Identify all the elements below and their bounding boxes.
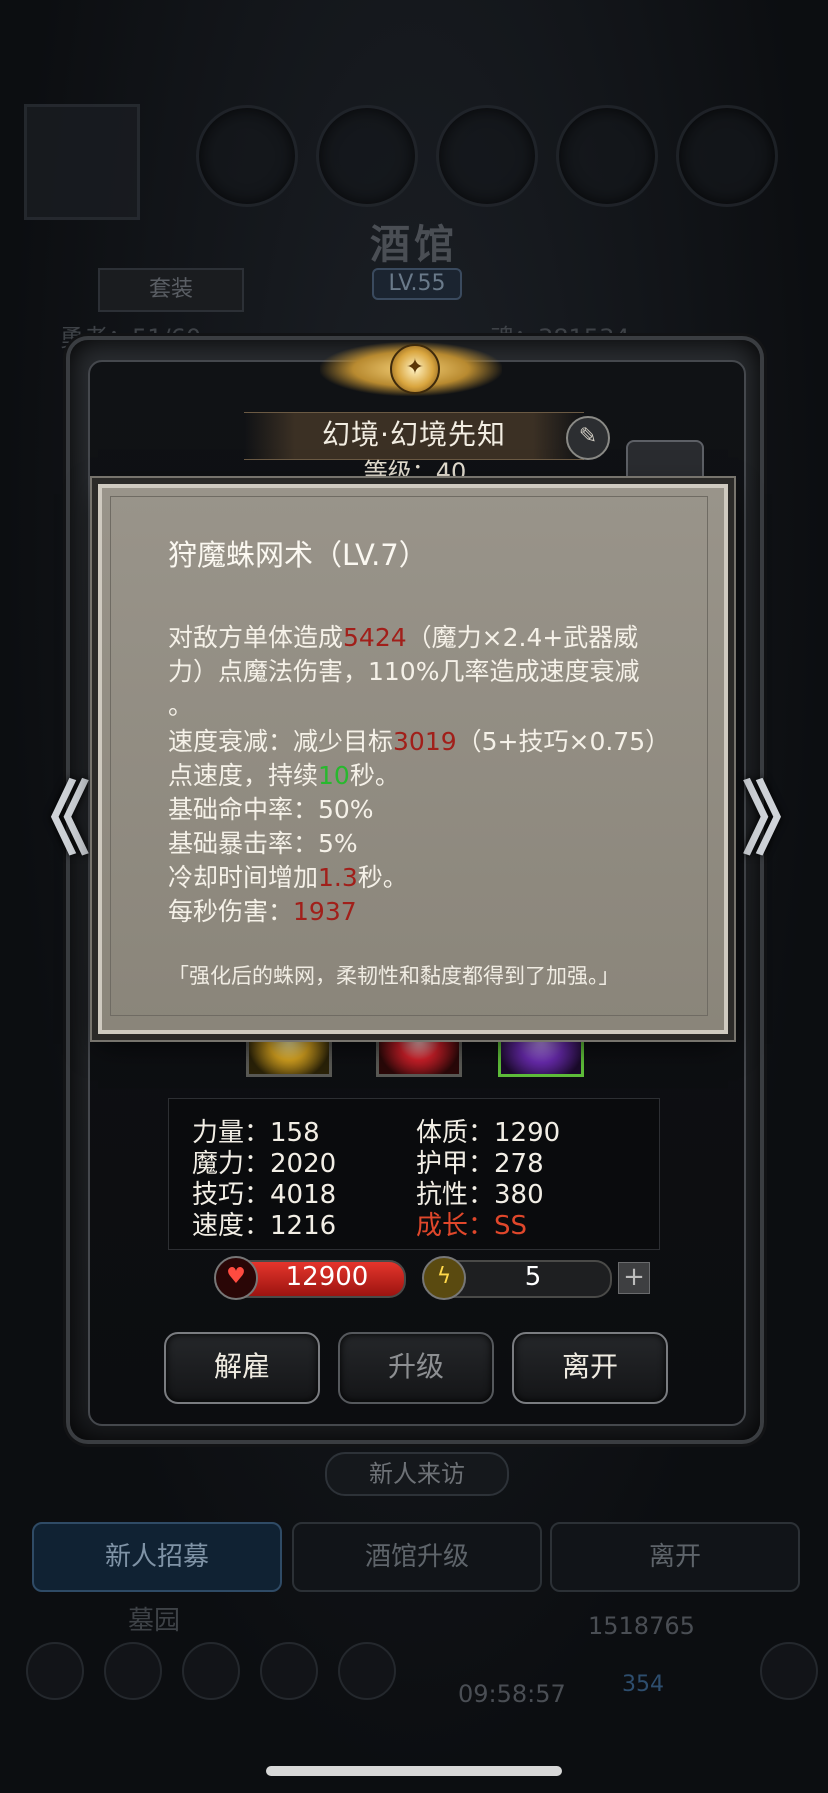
leader-portrait xyxy=(24,104,140,220)
desc-text: 对敌方单体造成 xyxy=(168,623,344,652)
desc-text: 点速度，持续 xyxy=(168,761,319,790)
resource-slot xyxy=(316,105,418,207)
skill-desc-line: 速度衰减：减少目标3019（5+技巧×0.75） xyxy=(168,722,670,758)
tavern-upgrade-button[interactable]: 酒馆升级 xyxy=(292,1522,542,1592)
skill-slot-2[interactable] xyxy=(376,1030,462,1077)
desc-text: 每秒伤害： xyxy=(168,897,294,926)
stat-growth: 成长：SS xyxy=(416,1211,528,1241)
upgrade-button[interactable]: 升级 xyxy=(338,1332,494,1404)
tavern-title: 酒馆 xyxy=(370,222,458,268)
add-energy-button[interactable]: + xyxy=(618,1262,650,1294)
resource-slot xyxy=(676,105,778,207)
energy-value: 5 xyxy=(524,1262,542,1292)
desc-text: 冷却时间增加 xyxy=(168,863,319,892)
tomb-label: 墓园 xyxy=(128,1606,181,1636)
suit-button[interactable]: 套装 xyxy=(98,268,244,312)
stat-speed: 速度：1216 xyxy=(192,1211,337,1241)
crest-emblem-icon: ✦ xyxy=(390,344,440,394)
skill-desc-line: 。 xyxy=(168,691,194,720)
skill-title: 狩魔蛛网术（LV.7） xyxy=(168,538,428,572)
resource-slot xyxy=(556,105,658,207)
damage-value: 5424 xyxy=(343,623,407,652)
heart-icon: ♥ xyxy=(214,1256,258,1300)
next-hero-arrow-icon[interactable]: 》 xyxy=(742,780,822,860)
desc-text: 秒。 xyxy=(357,863,408,892)
add-round-icon[interactable] xyxy=(760,1642,818,1700)
hp-value: 12900 xyxy=(285,1262,369,1292)
duration-value: 10 xyxy=(318,761,350,790)
dismiss-button[interactable]: 解雇 xyxy=(164,1332,320,1404)
hit-rate-line: 基础命中率：50% xyxy=(168,795,374,824)
resource-slot xyxy=(196,105,298,207)
desc-text: 速度衰减：减少目标 xyxy=(168,727,394,756)
menu-round-icon[interactable] xyxy=(260,1642,318,1700)
skill-slot-1[interactable] xyxy=(246,1030,332,1077)
desc-text: （魔力×2.4+武器威 xyxy=(406,623,639,652)
slow-value: 3019 xyxy=(393,727,457,756)
pencil-icon[interactable]: ✎ xyxy=(566,416,610,460)
skill-desc-line: 力）点魔法伤害，110%几率造成速度衰减 xyxy=(168,657,640,686)
crit-rate-line: 基础暴击率：5% xyxy=(168,829,358,858)
resource-slot xyxy=(436,105,538,207)
gem-count: 354 xyxy=(622,1672,664,1697)
recruit-button[interactable]: 新人招募 xyxy=(32,1522,282,1592)
menu-round-icon[interactable] xyxy=(104,1642,162,1700)
home-indicator[interactable] xyxy=(266,1766,562,1776)
skill-flavor-text: 「强化后的蛛网，柔韧性和黏度都得到了加强。」 xyxy=(168,964,620,988)
menu-round-icon[interactable] xyxy=(338,1642,396,1700)
gold-count: 1518765 xyxy=(588,1612,695,1640)
hero-level: 等级：40 xyxy=(363,458,467,486)
new-visitor-button[interactable]: 新人来访 xyxy=(325,1452,509,1496)
desc-text: （5+技巧×0.75） xyxy=(456,727,671,756)
menu-round-icon[interactable] xyxy=(26,1642,84,1700)
tavern-level: LV.55 xyxy=(372,268,462,300)
tavern-leave-button[interactable]: 离开 xyxy=(550,1522,800,1592)
timer: 09:58:57 xyxy=(458,1680,566,1708)
skill-desc-line: 点速度，持续10秒。 xyxy=(168,756,400,792)
leave-button[interactable]: 离开 xyxy=(512,1332,668,1404)
prev-hero-arrow-icon[interactable]: 《 xyxy=(10,780,90,860)
cooldown-value: 1.3 xyxy=(318,863,358,892)
skill-slot-3[interactable] xyxy=(498,1030,584,1077)
desc-text: 秒。 xyxy=(349,761,400,790)
dps-line: 每秒伤害：1937 xyxy=(168,892,357,928)
skill-desc-line: 对敌方单体造成5424（魔力×2.4+武器威 xyxy=(168,618,638,654)
menu-round-icon[interactable] xyxy=(182,1642,240,1700)
gear-icon[interactable] xyxy=(626,440,704,488)
cooldown-line: 冷却时间增加1.3秒。 xyxy=(168,858,408,894)
dps-value: 1937 xyxy=(293,897,357,926)
